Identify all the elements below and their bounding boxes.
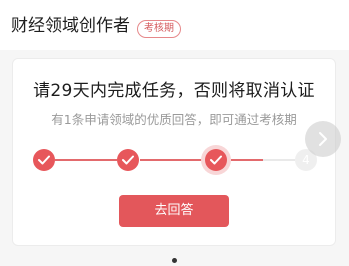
header: 财经领域创作者 考核期 <box>0 0 349 50</box>
screen: 财经领域创作者 考核期 请29天内完成任务，否则将取消认证 有1条申请领域的优质… <box>0 0 349 266</box>
step-connector-pending <box>263 159 295 161</box>
task-subtitle: 有1条申请领域的优质回答，即可通过考核期 <box>51 112 297 127</box>
page-title: 财经领域创作者 <box>11 16 130 36</box>
step-2-complete <box>117 149 139 171</box>
step-connector <box>140 159 202 161</box>
check-icon <box>122 155 134 165</box>
progress-steps: 4 <box>13 145 335 175</box>
step-3-inner <box>205 149 227 171</box>
task-title: 请29天内完成任务，否则将取消认证 <box>33 81 315 101</box>
chevron-right-icon <box>319 132 327 146</box>
status-badge: 考核期 <box>137 20 181 38</box>
check-icon <box>38 155 50 165</box>
task-card: 请29天内完成任务，否则将取消认证 有1条申请领域的优质回答，即可通过考核期 4… <box>12 58 341 246</box>
step-1-complete <box>33 149 55 171</box>
next-arrow-button[interactable] <box>305 121 341 157</box>
go-answer-button[interactable]: 去回答 <box>119 195 229 227</box>
check-icon <box>210 155 222 165</box>
step-connector <box>55 159 117 161</box>
step-connector <box>231 159 263 161</box>
pager-dot <box>172 258 177 263</box>
step-3-current <box>201 145 231 175</box>
